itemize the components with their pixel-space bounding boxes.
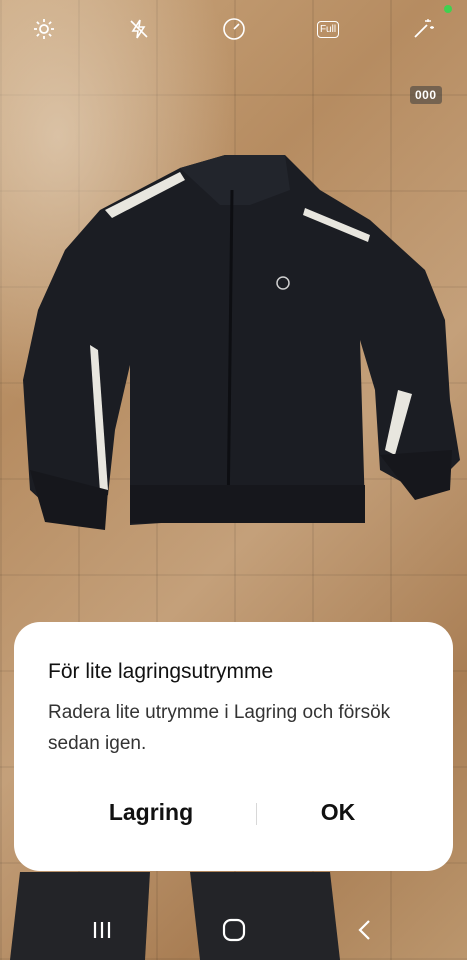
camera-toolbar: Full [0,0,467,60]
system-navigation-bar [0,900,467,960]
timer-icon[interactable] [219,14,249,44]
dialog-title: För lite lagringsutrymme [48,660,274,683]
camera-in-use-indicator [444,5,452,13]
aspect-ratio-full-icon[interactable]: Full [312,14,344,44]
home-icon[interactable] [214,910,254,950]
storage-button[interactable]: Lagring [51,790,251,834]
ok-button[interactable]: OK [238,790,438,834]
flash-off-icon[interactable] [124,14,154,44]
filter-wand-icon[interactable] [408,14,438,44]
dialog-message: Radera lite utrymme i Lagring och försök… [48,702,391,754]
aspect-ratio-label: Full [316,20,340,38]
back-icon[interactable] [345,910,385,950]
recent-apps-icon[interactable] [82,910,122,950]
shot-counter: 000 [410,86,442,104]
jacket-photo [23,155,460,530]
storage-dialog: För lite lagringsutrymme Radera lite utr… [14,622,453,871]
gear-icon[interactable] [29,14,59,44]
